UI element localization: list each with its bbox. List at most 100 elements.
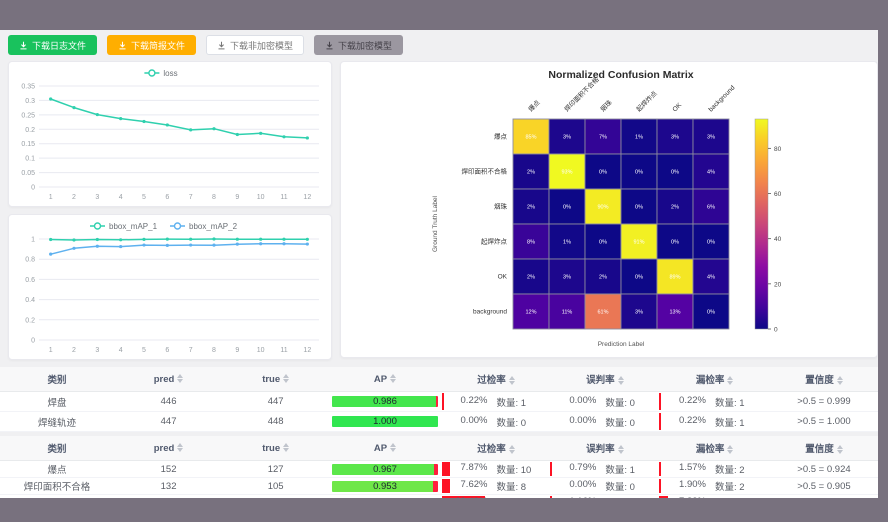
column-header-7[interactable]: 漏检率 [659, 436, 770, 461]
svg-text:烟珠: 烟珠 [494, 202, 508, 211]
sort-icon[interactable] [390, 374, 396, 383]
svg-text:0.05: 0.05 [21, 170, 35, 177]
sort-icon[interactable] [727, 445, 733, 454]
confidence-cell: >0.5 = 0.905 [770, 478, 878, 495]
pred-count: 132 [114, 478, 223, 495]
svg-text:10: 10 [257, 347, 265, 354]
overdetect-cell: 7.62%数量: 8 [442, 478, 551, 495]
svg-text:OK: OK [671, 101, 683, 113]
column-header-5[interactable]: 过检率 [442, 436, 551, 461]
column-header-8[interactable]: 置信度 [770, 436, 878, 461]
confusion-matrix-card: Normalized Confusion Matrix85%3%7%1%3%3%… [340, 61, 878, 358]
sort-icon[interactable] [618, 376, 624, 385]
sort-icon[interactable] [177, 443, 183, 452]
legend-item[interactable]: bbox_mAP_1 [90, 222, 158, 231]
table-row: 焊缝轨迹4474481.0000.00%数量: 00.00%数量: 00.22%… [0, 412, 878, 432]
download-report-button[interactable]: 下载简报文件 [107, 35, 196, 55]
ap-cell: 0.900 [328, 495, 441, 499]
overdetect-cell: 0.00%数量: 0 [442, 412, 551, 432]
sort-icon[interactable] [283, 443, 289, 452]
svg-text:Ground Truth Label: Ground Truth Label [432, 195, 439, 252]
page-content: 下载日志文件下载简报文件下载非加密模型下载加密模型 00.050.10.150.… [0, 30, 878, 498]
overdetect-cell: 39.42%数量: 136 [442, 495, 551, 499]
svg-text:3: 3 [95, 347, 99, 354]
button-label: 下载加密模型 [338, 39, 392, 52]
column-header-2[interactable]: pred [114, 436, 223, 461]
svg-text:3%: 3% [635, 310, 643, 316]
svg-text:1%: 1% [635, 135, 643, 141]
svg-text:1: 1 [31, 237, 35, 244]
sort-icon[interactable] [509, 445, 515, 454]
svg-text:89%: 89% [669, 275, 680, 281]
svg-text:爆点: 爆点 [526, 98, 542, 114]
svg-text:0%: 0% [599, 170, 607, 176]
column-header-1: 类别 [0, 436, 114, 461]
download-log-button[interactable]: 下载日志文件 [8, 35, 97, 55]
legend-item[interactable]: bbox_mAP_2 [170, 222, 238, 231]
svg-text:Prediction Label: Prediction Label [598, 341, 645, 348]
sort-icon[interactable] [837, 445, 843, 454]
svg-text:9: 9 [235, 347, 239, 354]
download-encrypted-model-button[interactable]: 下载加密模型 [314, 35, 403, 55]
svg-text:background: background [707, 84, 736, 113]
button-label: 下载非加密模型 [230, 39, 293, 52]
metrics-table-2: 类别predtrueAP过检率误判率漏检率置信度爆点1521270.9677.8… [0, 436, 878, 498]
svg-text:12: 12 [303, 347, 311, 354]
svg-text:6%: 6% [707, 205, 715, 211]
map-chart-card: 00.20.40.60.81123456789101112bbox_mAP_1b… [8, 214, 332, 360]
svg-text:3%: 3% [563, 275, 571, 281]
svg-text:0.2: 0.2 [25, 317, 35, 324]
sort-icon[interactable] [177, 374, 183, 383]
class-label: 爆点 [0, 461, 114, 478]
svg-text:6: 6 [165, 194, 169, 201]
svg-text:0%: 0% [635, 170, 643, 176]
ap-cell: 0.967 [328, 461, 441, 478]
svg-text:烟珠: 烟珠 [598, 98, 614, 114]
column-header-7[interactable]: 漏检率 [659, 367, 770, 392]
svg-text:4%: 4% [707, 170, 715, 176]
svg-text:60: 60 [774, 191, 782, 198]
svg-text:loss: loss [163, 69, 177, 78]
column-header-5[interactable]: 过检率 [442, 367, 551, 392]
svg-text:background: background [473, 309, 507, 316]
svg-text:2%: 2% [671, 205, 679, 211]
column-header-1: 类别 [0, 367, 114, 392]
sort-icon[interactable] [509, 376, 515, 385]
svg-text:Normalized Confusion Matrix: Normalized Confusion Matrix [548, 69, 693, 81]
column-header-4[interactable]: AP [328, 436, 441, 461]
sort-icon[interactable] [283, 374, 289, 383]
column-header-4[interactable]: AP [328, 367, 441, 392]
svg-text:爆点: 爆点 [494, 132, 508, 141]
pred-count: 446 [114, 392, 223, 412]
sort-icon[interactable] [837, 376, 843, 385]
sort-icon[interactable] [727, 376, 733, 385]
legend-item[interactable]: loss [144, 69, 177, 78]
svg-text:12: 12 [303, 194, 311, 201]
ap-cell: 0.953 [328, 478, 441, 495]
svg-text:0.2: 0.2 [25, 127, 35, 134]
true-count: 127 [223, 461, 328, 478]
svg-text:3%: 3% [671, 135, 679, 141]
pred-count: 152 [114, 461, 223, 478]
sort-icon[interactable] [618, 445, 624, 454]
column-header-3[interactable]: true [223, 367, 328, 392]
svg-text:0: 0 [31, 338, 35, 345]
column-header-2[interactable]: pred [114, 367, 223, 392]
class-label: 焊印面积不合格 [0, 478, 114, 495]
svg-text:2%: 2% [599, 275, 607, 281]
svg-text:0.25: 0.25 [21, 112, 35, 119]
toolbar: 下载日志文件下载简报文件 下载非加密模型 下载加密模型 [0, 30, 878, 61]
confusion-matrix-chart: Normalized Confusion Matrix85%3%7%1%3%3%… [341, 62, 875, 355]
column-header-6[interactable]: 误判率 [550, 367, 659, 392]
sort-icon[interactable] [390, 443, 396, 452]
svg-text:7: 7 [189, 194, 193, 201]
missrate-cell: 1.57%数量: 2 [659, 461, 770, 478]
svg-text:0.6: 0.6 [25, 277, 35, 284]
svg-text:0%: 0% [599, 240, 607, 246]
svg-text:0: 0 [31, 185, 35, 192]
column-header-6[interactable]: 误判率 [550, 436, 659, 461]
missrate-cell: 0.22%数量: 1 [659, 392, 770, 412]
download-unencrypted-model-button[interactable]: 下载非加密模型 [206, 35, 304, 55]
column-header-8[interactable]: 置信度 [770, 367, 878, 392]
column-header-3[interactable]: true [223, 436, 328, 461]
